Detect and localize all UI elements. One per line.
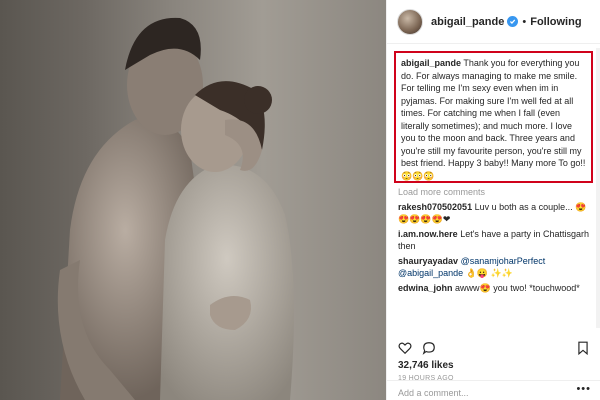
comment-username[interactable]: edwina_john — [398, 283, 453, 293]
comment-text: 👌😛 ✨✨ — [465, 267, 514, 278]
following-button[interactable]: Following — [530, 16, 581, 28]
more-options-icon[interactable]: ••• — [576, 383, 591, 395]
comment-username[interactable]: shauryayadav — [398, 256, 458, 266]
comment-username[interactable]: i.am.now.here — [398, 229, 458, 239]
comment-username[interactable]: rakesh070502051 — [398, 202, 472, 212]
post-sidebar: abigail_pande • Following abigail_pande … — [386, 0, 600, 400]
comment-list: rakesh070502051 Luv u both as a couple..… — [398, 202, 594, 299]
caption-text: Thank you for everything you do. For alw… — [401, 58, 586, 181]
caption-username[interactable]: abigail_pande — [401, 58, 461, 68]
comment-mention[interactable]: @abigail_pande — [398, 268, 463, 278]
load-more-comments-link[interactable]: Load more comments — [398, 187, 485, 197]
avatar[interactable] — [397, 8, 423, 35]
comment-item: i.am.now.here Let's have a party in Chat… — [398, 229, 594, 252]
bookmark-icon[interactable] — [576, 341, 590, 355]
add-comment-bar: ••• — [387, 380, 600, 400]
couple-photo-illustration — [57, 17, 294, 400]
post-header: abigail_pande • Following — [387, 0, 600, 44]
comment-icon[interactable] — [422, 341, 436, 355]
post-photo[interactable] — [0, 0, 386, 400]
comment-mention[interactable]: @sanamjoharPerfect — [461, 256, 546, 266]
add-comment-input[interactable] — [398, 384, 568, 400]
likes-count[interactable]: 32,746 likes — [398, 360, 454, 371]
caption-highlight-box: abigail_pande Thank you for everything y… — [394, 51, 593, 183]
comment-item: shauryayadav @sanamjoharPerfect @abigail… — [398, 256, 594, 279]
comment-item: edwina_john awww😍 you two! *touchwood* — [398, 283, 594, 295]
post-actions — [398, 341, 436, 355]
comments-scrollbar[interactable] — [596, 48, 600, 328]
separator-dot: • — [522, 15, 527, 28]
comment-text: awww😍 you two! *touchwood* — [455, 283, 580, 293]
heart-icon[interactable] — [398, 341, 412, 355]
comment-item: rakesh070502051 Luv u both as a couple..… — [398, 202, 594, 225]
username-link[interactable]: abigail_pande — [431, 16, 504, 28]
verified-icon — [507, 16, 519, 27]
